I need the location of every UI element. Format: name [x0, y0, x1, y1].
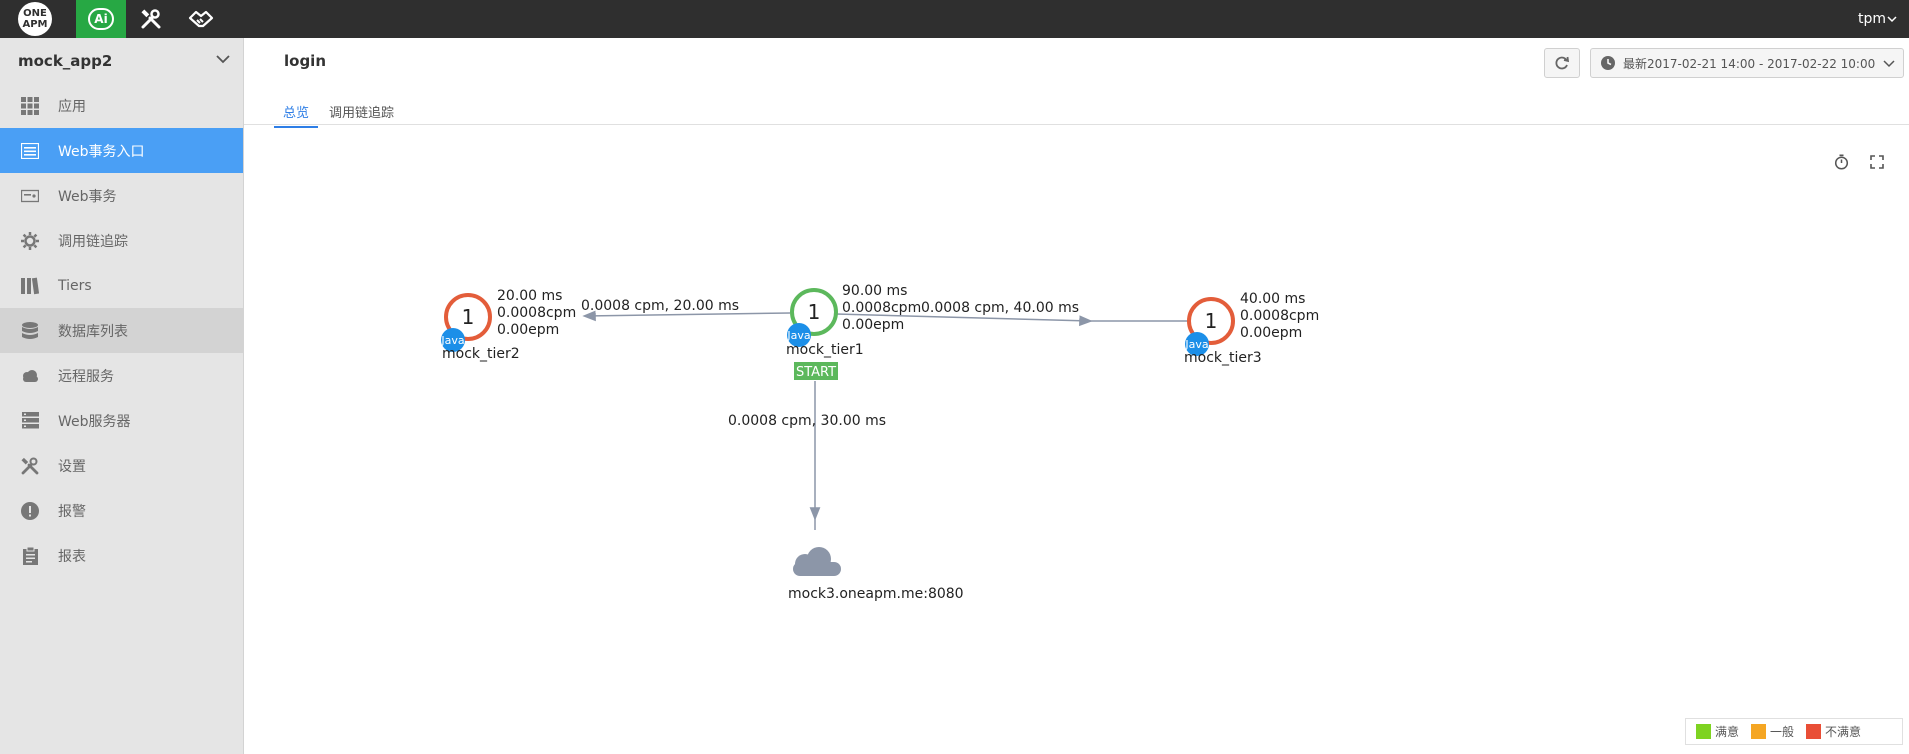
edge-label: 0.0008 cpm, 20.00 ms: [581, 298, 739, 314]
sidebar-item-tiers[interactable]: Tiers: [0, 263, 243, 308]
start-badge-label: START: [796, 365, 836, 380]
sidebar-item-label: 报警: [58, 503, 86, 520]
sidebar-item-label: Web事务: [58, 188, 117, 205]
node-metric-epm: 0.00epm: [497, 322, 559, 338]
sidebar-item-web-servers[interactable]: Web服务器: [0, 398, 243, 443]
sidebar-item-settings[interactable]: 设置: [0, 443, 243, 488]
sidebar-item-reports[interactable]: 报表: [0, 533, 243, 578]
handshake-nav-button[interactable]: [176, 0, 226, 38]
columns-icon: [20, 276, 40, 296]
node-mock-tier1[interactable]: 1 Java mock_tier1 START 90.00 ms 0.0008c…: [786, 283, 921, 380]
node-metric-cpm: 0.0008cpm: [1240, 308, 1319, 324]
tools-icon: [20, 456, 40, 476]
user-menu[interactable]: tpm: [1858, 0, 1897, 38]
database-icon: [20, 321, 40, 341]
node-mock-tier2[interactable]: 1 Java mock_tier2 20.00 ms 0.0008cpm 0.0…: [440, 288, 576, 362]
node-count: 1: [462, 305, 475, 329]
node-metric-cpm: 0.0008cpm: [497, 305, 576, 321]
transaction-icon: [20, 186, 40, 206]
node-metric-response-time: 40.00 ms: [1240, 291, 1305, 307]
java-badge-label: Java: [786, 329, 810, 342]
clipboard-icon: [20, 546, 40, 566]
node-external-service[interactable]: mock3.oneapm.me:8080: [788, 547, 964, 602]
node-metric-cpm: 0.0008cpm: [842, 300, 921, 316]
legend-label: 不满意: [1825, 725, 1862, 739]
list-icon: [20, 141, 40, 161]
grid-icon: [20, 96, 40, 116]
sidebar-item-alerts[interactable]: 报警: [0, 488, 243, 533]
legend-tolerating: 一般: [1751, 723, 1794, 740]
top-navigation-bar: ONE APM Ai tpm: [0, 0, 1909, 38]
sidebar-item-label: 调用链追踪: [58, 233, 128, 250]
sidebar: mock_app2 应用 Web事务入口 Web事务 调用链追踪 Tiers 数…: [0, 38, 244, 754]
alert-icon: [20, 501, 40, 521]
cloud-icon: [793, 547, 841, 576]
sidebar-item-label: 设置: [58, 458, 86, 475]
external-service-name: mock3.oneapm.me:8080: [788, 586, 964, 602]
sidebar-item-label: Web服务器: [58, 413, 131, 430]
sidebar-item-web-transactions[interactable]: Web事务: [0, 173, 243, 218]
edge-tier1-tier2[interactable]: 0.0008 cpm, 20.00 ms: [581, 298, 791, 322]
node-mock-tier3[interactable]: 1 Java mock_tier3 40.00 ms 0.0008cpm 0.0…: [1184, 291, 1319, 366]
edge-label: 0.0008 cpm, 30.00 ms: [728, 413, 886, 429]
node-metric-epm: 0.00epm: [842, 317, 904, 333]
node-metric-response-time: 90.00 ms: [842, 283, 907, 299]
server-icon: [20, 411, 40, 431]
node-name: mock_tier1: [786, 342, 864, 358]
legend-swatch-orange: [1751, 724, 1767, 739]
chevron-down-icon: [216, 55, 230, 64]
sidebar-item-label: 报表: [58, 548, 86, 565]
sidebar-item-label: 数据库列表: [58, 323, 128, 340]
topology-map: 0.0008 cpm, 20.00 ms 0.0008 cpm, 40.00 m…: [440, 283, 1319, 602]
cloud-icon: [20, 366, 40, 386]
sidebar-item-label: 远程服务: [58, 368, 114, 385]
sidebar-item-web-entry[interactable]: Web事务入口: [0, 128, 243, 173]
status-legend: 满意 一般 不满意: [1685, 718, 1903, 745]
legend-swatch-green: [1696, 724, 1711, 739]
tools-nav-button[interactable]: [126, 0, 176, 38]
node-count: 1: [1205, 309, 1218, 333]
main-content: login 最新2017-02-21 14:00 - 2017-02-22 10…: [244, 38, 1909, 754]
chevron-down-icon: [1887, 16, 1897, 23]
node-metric-response-time: 20.00 ms: [497, 288, 562, 304]
sidebar-item-apps[interactable]: 应用: [0, 83, 243, 128]
node-name: mock_tier3: [1184, 350, 1262, 366]
legend-swatch-red: [1806, 724, 1822, 739]
sidebar-item-call-trace[interactable]: 调用链追踪: [0, 218, 243, 263]
edge-tier1-external[interactable]: 0.0008 cpm, 30.00 ms: [728, 381, 886, 530]
oneapm-logo[interactable]: ONE APM: [16, 1, 54, 37]
sidebar-item-label: 应用: [58, 98, 86, 115]
ai-nav-button[interactable]: Ai: [76, 0, 126, 38]
sidebar-item-remote-services[interactable]: 远程服务: [0, 353, 243, 398]
edge-label: 0.0008 cpm, 40.00 ms: [921, 300, 1079, 316]
legend-label: 满意: [1715, 725, 1740, 739]
app-switcher[interactable]: mock_app2: [0, 38, 243, 83]
sidebar-item-databases[interactable]: 数据库列表: [0, 308, 243, 353]
node-count: 1: [808, 300, 821, 324]
sidebar-item-label: Web事务入口: [58, 143, 145, 160]
node-name: mock_tier2: [442, 346, 520, 362]
legend-label: 一般: [1770, 725, 1795, 739]
legend-satisfied: 满意: [1696, 723, 1739, 740]
user-name: tpm: [1857, 11, 1886, 27]
app-name: mock_app2: [18, 51, 113, 70]
legend-frustrated: 不满意: [1806, 723, 1861, 740]
sidebar-item-label: Tiers: [58, 277, 92, 294]
tools-icon: [141, 9, 161, 29]
node-metric-epm: 0.00epm: [1240, 325, 1302, 341]
gear-icon: [20, 231, 40, 251]
ai-icon: Ai: [88, 8, 114, 30]
logo-text: ONE APM: [18, 2, 52, 36]
handshake-icon: [188, 10, 214, 28]
